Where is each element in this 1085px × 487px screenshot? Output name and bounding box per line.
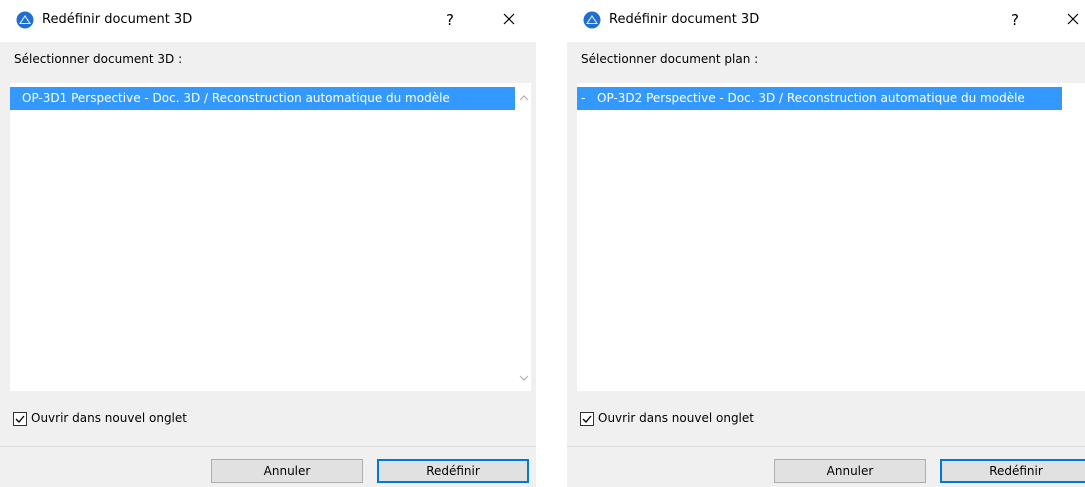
checkbox-label: Ouvrir dans nouvel onglet (598, 411, 754, 425)
title-bar: Redéfinir document 3D ? (0, 0, 536, 42)
redefine-button[interactable]: Redéfinir (940, 459, 1085, 483)
redefine-plan-document-dialog: Redéfinir document 3D ? Sélectionner doc… (567, 0, 1085, 487)
window-title: Redéfinir document 3D (42, 12, 193, 27)
open-in-new-tab-checkbox[interactable] (13, 412, 27, 426)
checkbox-label: Ouvrir dans nouvel onglet (31, 411, 187, 425)
tree-prefix: - (581, 91, 586, 105)
checkmark-icon (15, 415, 25, 423)
cancel-button[interactable]: Annuler (211, 459, 363, 483)
redefine-3d-document-dialog: Redéfinir document 3D ? Sélectionner doc… (0, 0, 536, 487)
list-item-label: OP-3D2 Perspective - Doc. 3D / Reconstru… (597, 91, 1025, 105)
document-list[interactable]: OP-3D1 Perspective - Doc. 3D / Reconstru… (10, 83, 531, 391)
button-bar: Annuler Redéfinir (0, 446, 536, 487)
redefine-button[interactable]: Redéfinir (377, 459, 529, 483)
open-in-new-tab-checkbox[interactable] (580, 412, 594, 426)
section-label: Sélectionner document plan : (581, 52, 759, 66)
close-icon (503, 13, 515, 25)
chevron-up-icon[interactable] (517, 91, 531, 105)
chevron-down-icon[interactable] (517, 371, 531, 385)
document-list[interactable]: - OP-3D2 Perspective - Doc. 3D / Reconstr… (577, 83, 1085, 391)
close-icon (1067, 13, 1079, 25)
title-bar: Redéfinir document 3D ? (567, 0, 1085, 42)
help-button[interactable]: ? (1003, 9, 1027, 31)
archicad-icon (583, 11, 601, 29)
list-item[interactable]: OP-3D1 Perspective - Doc. 3D / Reconstru… (10, 87, 515, 110)
section-label: Sélectionner document 3D : (14, 52, 183, 66)
archicad-icon (16, 11, 34, 29)
checkmark-icon (582, 415, 592, 423)
close-button[interactable] (497, 9, 521, 31)
help-button[interactable]: ? (438, 9, 462, 31)
close-button[interactable] (1061, 9, 1085, 31)
window-title: Redéfinir document 3D (609, 12, 760, 27)
list-item-label: OP-3D1 Perspective - Doc. 3D / Reconstru… (22, 91, 450, 105)
list-item[interactable]: - OP-3D2 Perspective - Doc. 3D / Reconstr… (577, 87, 1062, 110)
cancel-button[interactable]: Annuler (774, 459, 926, 483)
button-bar: Annuler Redéfinir (567, 446, 1085, 487)
